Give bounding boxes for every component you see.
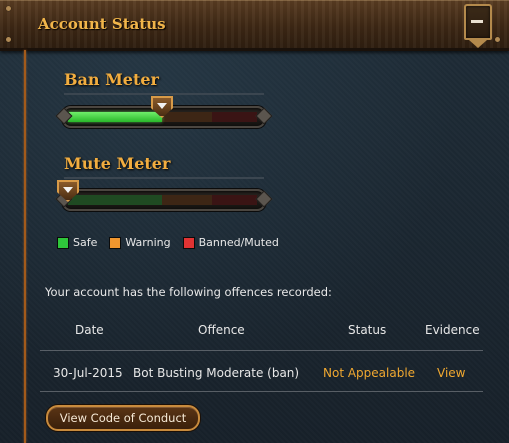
meter-legend: Safe Warning Banned/Muted (57, 236, 279, 249)
rivet-icon (6, 37, 11, 42)
banned-swatch (182, 236, 195, 249)
collapse-button[interactable] (464, 4, 492, 48)
offence-name: Bot Busting Moderate (ban) (133, 366, 300, 380)
rivet-icon (495, 37, 500, 42)
rivet-icon (6, 6, 11, 11)
offence-date: 30-Jul-2015 (53, 366, 123, 380)
evidence-view-link[interactable]: View (437, 366, 465, 380)
legend-banned: Banned/Muted (182, 236, 279, 249)
legend-safe-label: Safe (73, 236, 98, 249)
minus-icon (471, 20, 483, 23)
panel-left-border (24, 50, 26, 443)
warning-swatch (109, 236, 122, 249)
column-header-status: Status (348, 323, 387, 337)
ban-meter-fill (68, 112, 162, 122)
offence-status: Not Appealable (323, 366, 416, 380)
ban-meter-title: Ban Meter (64, 70, 159, 89)
mute-meter-title: Mute Meter (64, 154, 171, 173)
offences-intro: Your account has the following offences … (45, 285, 332, 299)
account-status-panel: Account Status Ban Meter Mute Meter Safe (0, 0, 509, 443)
panel-title: Account Status (38, 15, 166, 33)
view-code-of-conduct-button[interactable]: View Code of Conduct (46, 405, 200, 431)
column-header-date: Date (75, 323, 104, 337)
safe-swatch (57, 236, 69, 249)
ban-meter-underline (64, 93, 264, 95)
mute-meter-underline (64, 177, 264, 179)
mute-meter-track (55, 189, 273, 211)
legend-banned-label: Banned/Muted (198, 236, 279, 249)
panel-header: Account Status (0, 0, 509, 51)
column-header-offence: Offence (198, 323, 245, 337)
table-divider (40, 391, 483, 392)
column-header-evidence: Evidence (425, 323, 480, 337)
legend-warning: Warning (109, 236, 171, 249)
table-divider (40, 350, 483, 351)
legend-safe: Safe (57, 236, 97, 249)
legend-warning-label: Warning (125, 236, 171, 249)
